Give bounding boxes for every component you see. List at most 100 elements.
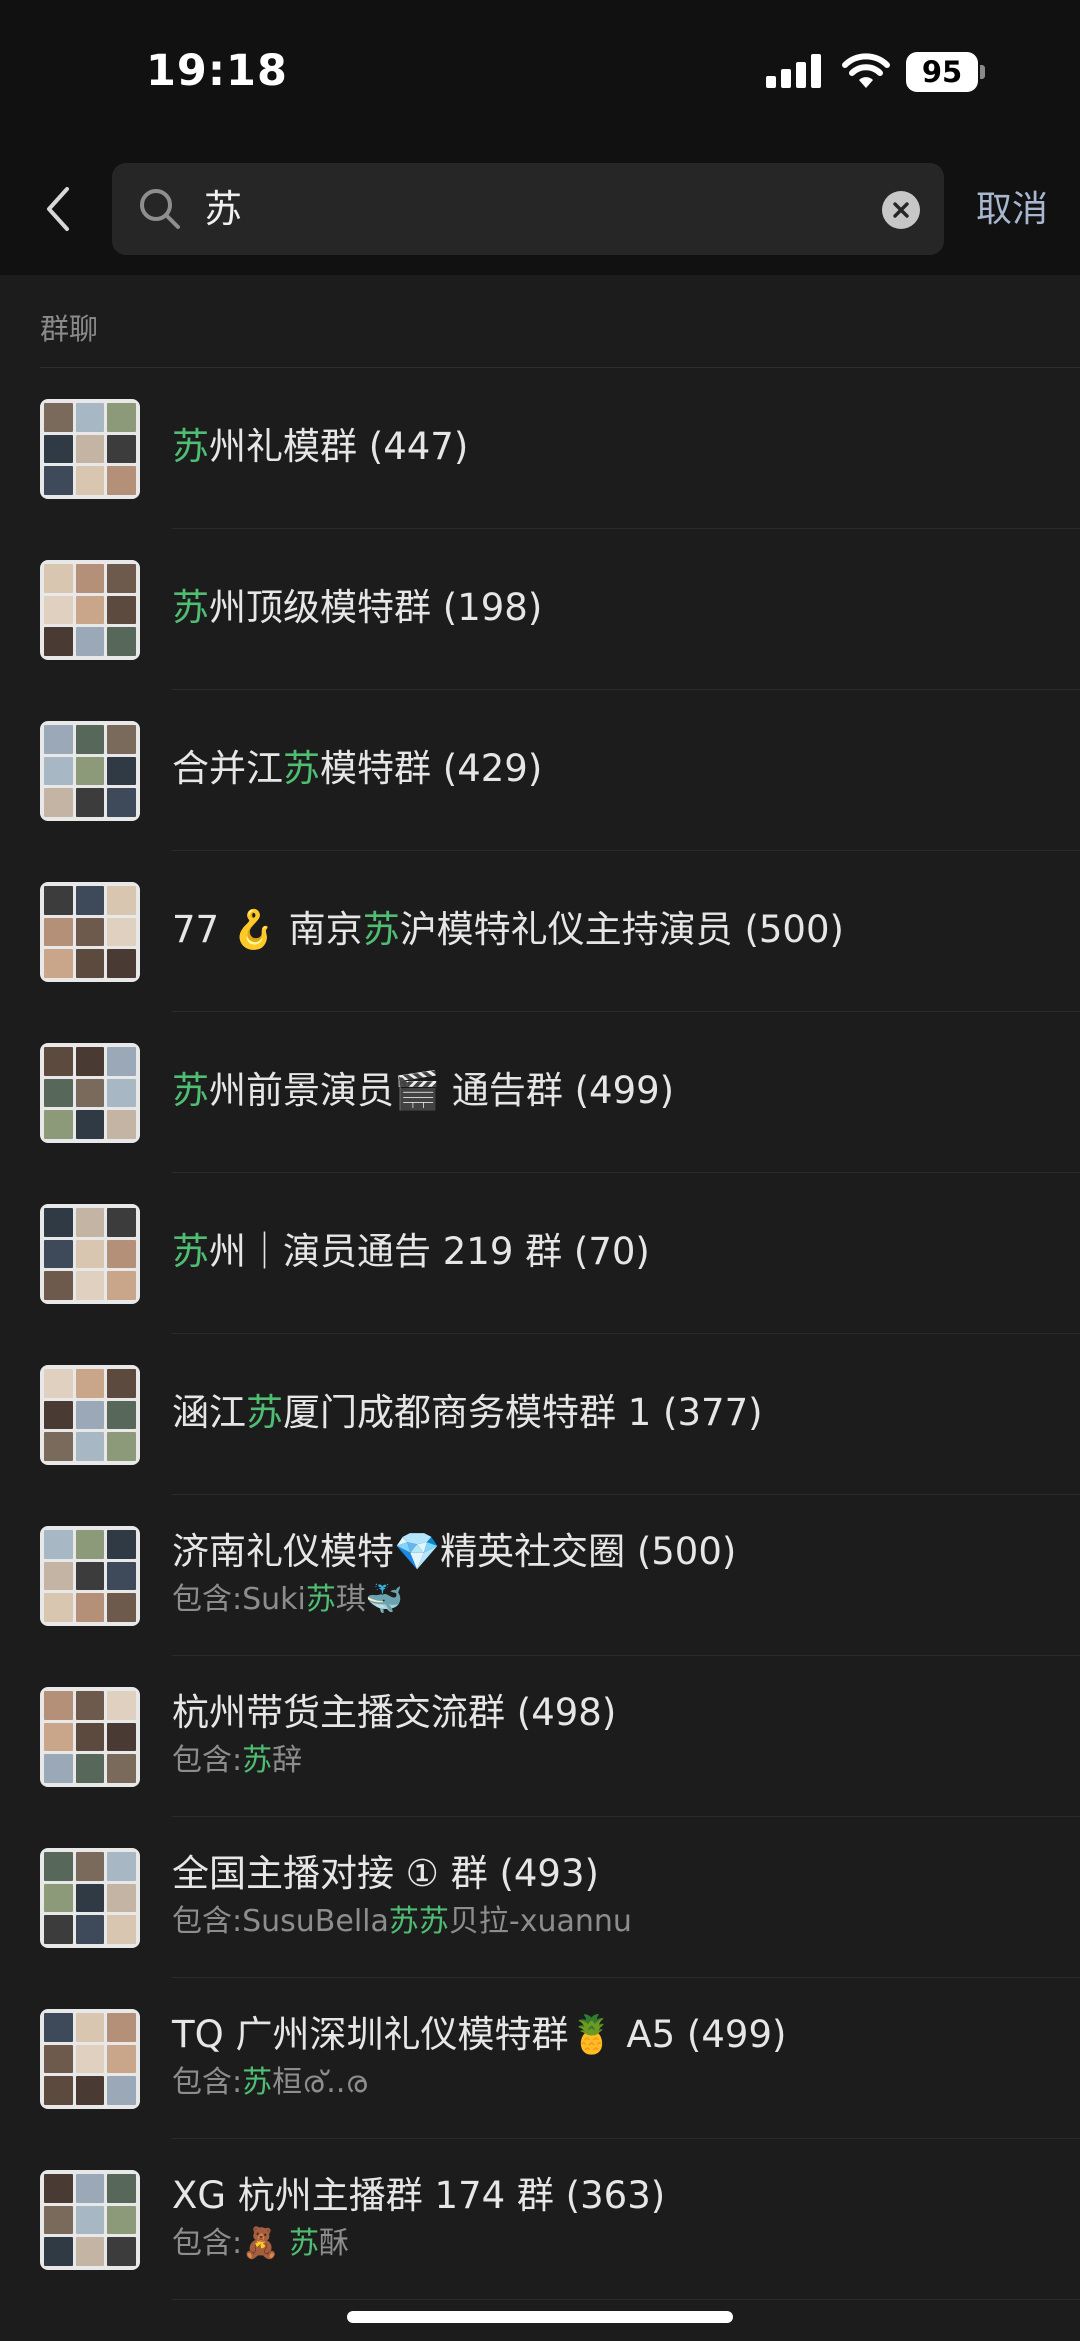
group-avatar (40, 1848, 140, 1948)
group-avatar (40, 1365, 140, 1465)
group-name-text: 沪模特礼仪主持演员 (500) (399, 908, 844, 951)
group-result-row[interactable]: 77 🪝 南京苏沪模特礼仪主持演员 (500) (0, 851, 1080, 1012)
group-name-text: 全国主播对接 ① 群 (493) (172, 1852, 599, 1895)
matched-member-text: 包含: (172, 1743, 243, 1778)
group-name-text: XG 杭州主播群 174 群 (363) (172, 2174, 666, 2217)
group-result-row[interactable]: 杭州带货主播交流群 (498) 包含:苏辞 (0, 1656, 1080, 1817)
matched-member-text: 包含:SusuBella (172, 1904, 389, 1939)
match-highlight: 苏 (289, 2226, 319, 2261)
cancel-button[interactable]: 取消 (976, 185, 1048, 235)
match-highlight: 苏苏 (388, 1904, 449, 1939)
matched-member-text: 贝拉-xuannu (448, 1904, 632, 1939)
group-name: 合并江苏模特群 (429) (172, 744, 1060, 794)
group-text: TQ 广州深圳礼仪模特群🍍 A5 (499) 包含:苏桓ര്..ര (172, 2010, 1060, 2104)
match-highlight: 苏 (172, 1069, 209, 1112)
group-text: 济南礼仪模特💎精英社交圈 (500) 包含:Suki苏琪🐳 (172, 1527, 1060, 1621)
group-name-text: 厦门成都商务模特群 1 (377) (283, 1391, 763, 1434)
group-name-text: 州礼模群 (447) (209, 425, 469, 468)
group-text: 涵江苏厦门成都商务模特群 1 (377) (172, 1388, 1060, 1438)
chevron-left-icon (47, 187, 69, 231)
group-text: 苏州前景演员🎬 通告群 (499) (172, 1066, 1060, 1116)
group-result-row[interactable]: 合并江苏模特群 (429) (0, 690, 1080, 851)
match-highlight: 苏 (172, 425, 209, 468)
matched-member: 包含:🧸 苏酥 (172, 2223, 1060, 2265)
clear-search-button[interactable] (882, 191, 920, 229)
back-button[interactable] (30, 173, 86, 245)
group-text: XG 杭州主播群 174 群 (363) 包含:🧸 苏酥 (172, 2171, 1060, 2265)
wifi-icon (842, 53, 890, 88)
group-name-text: 合并江 (172, 747, 283, 790)
search-query[interactable]: 苏 (204, 183, 242, 235)
group-name-text: 州｜演员通告 219 群 (70) (209, 1230, 650, 1273)
group-text: 苏州｜演员通告 219 群 (70) (172, 1227, 1060, 1277)
matched-member-text: 包含:Suki (172, 1582, 306, 1617)
group-avatar (40, 882, 140, 982)
search-results-screen: 19:18 95 苏 取消 群聊 苏州礼模群 (447) 苏州顶级模特群 (19… (0, 0, 1080, 2341)
group-name: 苏州｜演员通告 219 群 (70) (172, 1227, 1060, 1277)
group-result-row[interactable]: 苏州顶级模特群 (198) (0, 529, 1080, 690)
section-title: 群聊 (40, 312, 99, 346)
group-result-row[interactable]: TQ 广州深圳礼仪模特群🍍 A5 (499) 包含:苏桓ര്..ര (0, 1978, 1080, 2139)
group-name-text: 杭州带货主播交流群 (498) (172, 1691, 617, 1734)
battery-icon: 95 (906, 52, 985, 92)
group-results-list: 苏州礼模群 (447) 苏州顶级模特群 (198) 合并江苏模特群 (429) 77 … (0, 368, 1080, 2300)
matched-member-text: 包含: (172, 2065, 243, 2100)
group-name-text: TQ 广州深圳礼仪模特群🍍 A5 (499) (172, 2013, 787, 2056)
group-result-row[interactable]: XG 杭州主播群 174 群 (363) 包含:🧸 苏酥 (0, 2139, 1080, 2300)
matched-member: 包含:苏桓ര്..ര (172, 2062, 1060, 2104)
close-icon (893, 202, 909, 218)
group-name: 苏州前景演员🎬 通告群 (499) (172, 1066, 1060, 1116)
group-text: 杭州带货主播交流群 (498) 包含:苏辞 (172, 1688, 1060, 1782)
group-name: 全国主播对接 ① 群 (493) (172, 1849, 1060, 1899)
matched-member: 包含:Suki苏琪🐳 (172, 1579, 1060, 1621)
group-name-text: 州顶级模特群 (198) (209, 586, 543, 629)
group-result-row[interactable]: 苏州｜演员通告 219 群 (70) (0, 1173, 1080, 1334)
match-highlight: 苏 (242, 1743, 273, 1778)
matched-member: 包含:SusuBella苏苏贝拉-xuannu (172, 1901, 1060, 1943)
group-avatar (40, 560, 140, 660)
group-result-row[interactable]: 苏州礼模群 (447) (0, 368, 1080, 529)
match-highlight: 苏 (172, 586, 209, 629)
group-name: 涵江苏厦门成都商务模特群 1 (377) (172, 1388, 1060, 1438)
group-name: 77 🪝 南京苏沪模特礼仪主持演员 (500) (172, 905, 1060, 955)
group-avatar (40, 1204, 140, 1304)
search-icon (140, 189, 180, 229)
group-name: XG 杭州主播群 174 群 (363) (172, 2171, 1060, 2221)
matched-member-text: 琪🐳 (335, 1582, 404, 1617)
group-text: 苏州礼模群 (447) (172, 422, 1060, 472)
match-highlight: 苏 (283, 747, 320, 790)
matched-member-text: 酥 (319, 2226, 349, 2261)
group-text: 全国主播对接 ① 群 (493) 包含:SusuBella苏苏贝拉-xuannu (172, 1849, 1060, 1943)
matched-member: 包含:苏辞 (172, 1740, 1060, 1782)
cellular-signal-icon (766, 54, 822, 88)
group-name-text: 模特群 (429) (320, 747, 543, 790)
group-name: 济南礼仪模特💎精英社交圈 (500) (172, 1527, 1060, 1577)
matched-member-text: 包含:🧸 (172, 2226, 289, 2261)
group-avatar (40, 1687, 140, 1787)
match-highlight: 苏 (242, 2065, 273, 2100)
group-result-row[interactable]: 苏州前景演员🎬 通告群 (499) (0, 1012, 1080, 1173)
group-result-row[interactable]: 涵江苏厦门成都商务模特群 1 (377) (0, 1334, 1080, 1495)
status-bar: 19:18 95 (0, 0, 1080, 145)
group-text: 苏州顶级模特群 (198) (172, 583, 1060, 633)
group-name: 杭州带货主播交流群 (498) (172, 1688, 1060, 1738)
matched-member-text: 桓ര്..ര (272, 2065, 367, 2100)
group-avatar (40, 1526, 140, 1626)
group-result-row[interactable]: 全国主播对接 ① 群 (493) 包含:SusuBella苏苏贝拉-xuannu (0, 1817, 1080, 1978)
group-result-row[interactable]: 济南礼仪模特💎精英社交圈 (500) 包含:Suki苏琪🐳 (0, 1495, 1080, 1656)
group-text: 合并江苏模特群 (429) (172, 744, 1060, 794)
match-highlight: 苏 (305, 1582, 336, 1617)
group-name-text: 州前景演员🎬 通告群 (499) (209, 1069, 675, 1112)
search-input[interactable]: 苏 (112, 163, 944, 255)
group-avatar (40, 721, 140, 821)
group-name: 苏州顶级模特群 (198) (172, 583, 1060, 633)
battery-level: 95 (906, 52, 978, 92)
group-name-text: 济南礼仪模特💎精英社交圈 (500) (172, 1530, 737, 1573)
group-avatar (40, 399, 140, 499)
group-avatar (40, 2009, 140, 2109)
group-name-text: 77 🪝 南京 (172, 908, 363, 951)
group-name-text: 涵江 (172, 1391, 246, 1434)
group-avatar (40, 2170, 140, 2270)
home-indicator (347, 2311, 733, 2323)
match-highlight: 苏 (362, 908, 400, 951)
